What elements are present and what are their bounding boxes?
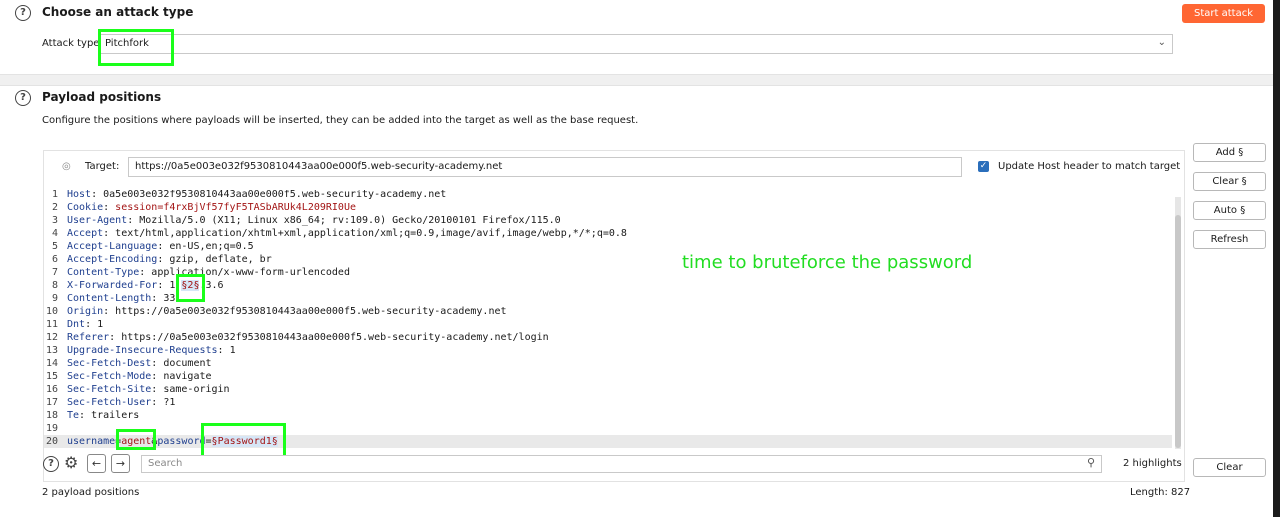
start-attack-button[interactable]: Start attack xyxy=(1182,4,1265,23)
payload-description: Configure the positions where payloads w… xyxy=(42,115,639,126)
update-host-label: Update Host header to match target xyxy=(998,161,1181,172)
search-icon: ⚲ xyxy=(1086,456,1095,469)
highlights-count: 2 highlights xyxy=(1123,458,1182,469)
chevron-down-icon: ⌄ xyxy=(1157,37,1166,48)
section-separator xyxy=(0,74,1273,86)
request-length: Length: 827 xyxy=(1130,487,1191,498)
highlight-box xyxy=(201,423,286,459)
search-input[interactable]: Search ⚲ xyxy=(141,455,1102,473)
payload-positions-title: Payload positions xyxy=(42,90,162,104)
request-editor[interactable]: 1 Host: 0a5e003e032f9530810443aa00e000f5.… xyxy=(44,190,1172,448)
attack-type-title: Choose an attack type xyxy=(42,5,194,19)
highlight-box xyxy=(176,274,205,302)
help-icon[interactable]: ? xyxy=(43,456,59,472)
gear-icon[interactable]: ⚙ xyxy=(64,453,78,472)
help-icon[interactable]: ? xyxy=(15,90,31,106)
target-value: https://0a5e003e032f9530810443aa00e000f5… xyxy=(135,161,503,172)
arrow-left-icon[interactable]: ← xyxy=(87,454,106,473)
annotation-text: time to bruteforce the password xyxy=(682,252,973,273)
arrow-right-icon[interactable]: → xyxy=(111,454,130,473)
add-marker-button[interactable]: Add § xyxy=(1193,143,1266,162)
payload-count: 2 payload positions xyxy=(42,487,140,498)
highlight-box xyxy=(116,429,156,450)
auto-marker-button[interactable]: Auto § xyxy=(1193,201,1266,220)
clear-button[interactable]: Clear xyxy=(1193,458,1266,477)
clear-marker-button[interactable]: Clear § xyxy=(1193,172,1266,191)
editor-scroll-thumb[interactable] xyxy=(1175,215,1181,448)
search-placeholder: Search xyxy=(148,458,183,469)
refresh-button[interactable]: Refresh xyxy=(1193,230,1266,249)
highlight-box xyxy=(98,29,174,66)
update-host-checkbox[interactable]: ✓ xyxy=(978,161,989,172)
help-icon[interactable]: ? xyxy=(15,5,31,21)
target-label: Target: xyxy=(85,161,120,172)
target-input[interactable]: https://0a5e003e032f9530810443aa00e000f5… xyxy=(128,157,962,177)
crosshair-icon: ◎ xyxy=(62,161,71,172)
attack-type-label: Attack type: xyxy=(42,38,103,49)
window-edge xyxy=(1273,0,1280,517)
attack-type-select[interactable]: Pitchfork ⌄ xyxy=(98,34,1173,54)
